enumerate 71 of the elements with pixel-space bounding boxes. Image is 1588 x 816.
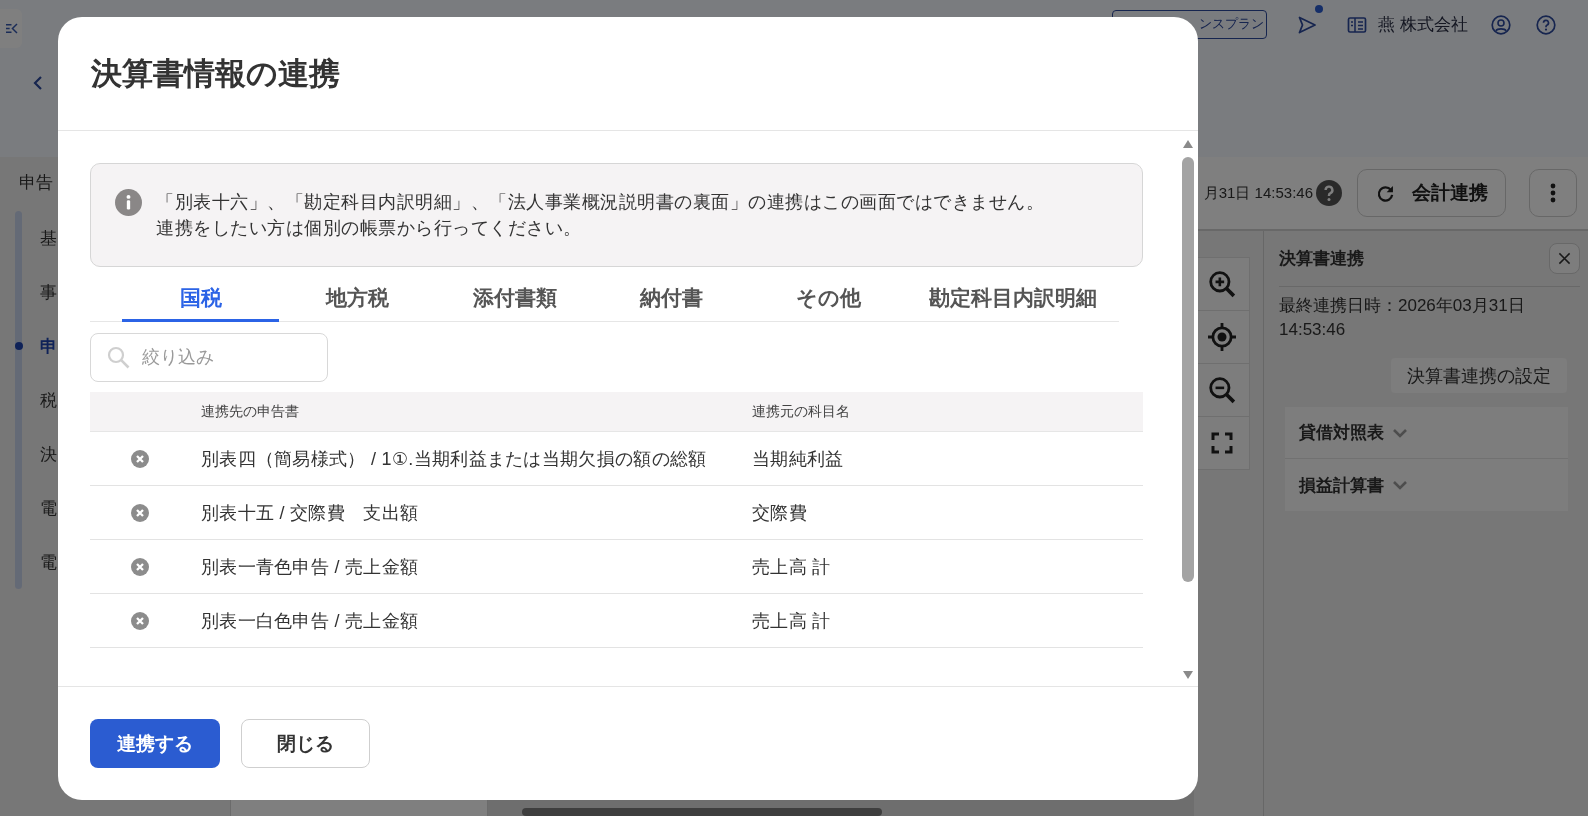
remove-button[interactable] [131,557,149,576]
x-circle-icon [131,557,149,576]
table-cell-text: 当期純利益 [752,447,844,471]
x-circle-icon [131,449,149,468]
help-icon[interactable] [1316,180,1342,206]
scrollbar-thumb[interactable] [1181,157,1194,582]
search-icon [107,346,130,369]
notice-text: 連携をしたい方は個別の帳票から行ってください。 [156,217,582,240]
lines-chevron-icon [4,23,18,34]
remove-button[interactable] [131,503,149,522]
crosshair-icon [1208,323,1236,351]
last-sync-text: 最終連携日時：2026年03月31日 14:53:46 [1279,295,1526,341]
info-icon [115,189,142,216]
sync-button[interactable]: 会計連携 [1357,169,1506,217]
sidebar-item[interactable]: 電 [15,481,57,535]
close-icon [1558,252,1571,265]
table-cell-text: 別表十五 / 交際費 支出額 [201,501,419,525]
fullscreen-icon [1211,432,1233,454]
table-cell-text: 別表一白色申告 / 売上金額 [201,609,419,633]
tab[interactable]: 納付書 [593,277,750,322]
sidebar-item[interactable]: 決 [15,427,57,481]
refresh-icon [1375,183,1395,203]
chevron-left-icon [33,75,43,91]
user-icon[interactable] [1491,14,1511,35]
tab[interactable]: 添付書類 [436,277,593,322]
sidebar-item[interactable]: 申 [15,319,57,373]
zoom-in-icon [1208,270,1236,298]
table-cell-text: 別表一青色申告 / 売上金額 [201,555,419,579]
table-cell-text: 売上高 計 [752,609,831,633]
help-icon[interactable] [1536,14,1556,35]
tab[interactable]: 国税 [122,277,279,322]
table-cell-text: 売上高 計 [752,555,831,579]
sidebar-heading: 申告 [19,172,53,194]
accordion-header[interactable]: 貸借対照表 [1285,407,1568,459]
panel-title: 決算書連携 [1279,248,1364,270]
scroll-down-icon[interactable] [1182,671,1193,679]
paper-plane-icon[interactable] [1297,14,1318,35]
close-button[interactable] [1549,243,1580,274]
sidebar-item[interactable]: 税 [15,373,57,427]
remove-button[interactable] [131,611,149,630]
table-cell-text: 別表四（簡易様式） / 1①.当期利益または当期欠損の額の総額 [201,447,707,471]
dialog-title: 決算書情報の連携 [91,54,340,93]
sidebar-toggle-button[interactable] [0,9,22,48]
column-header: 連携先の申告書 [201,402,299,421]
filter-field[interactable]: 絞り込み [90,333,328,382]
last-sync-time: 月31日 14:53:46 [1203,183,1313,203]
building-icon [1347,14,1368,35]
zoom-out-icon [1208,376,1236,404]
back-button[interactable] [33,75,43,91]
remove-button[interactable] [131,449,149,468]
dialog-button[interactable]: 閉じる [241,719,370,768]
x-circle-icon [131,611,149,630]
current-dot-icon [14,342,23,350]
sidebar-item[interactable]: 事 [15,265,57,319]
scroll-up-icon[interactable] [1182,140,1193,148]
tab[interactable]: 勘定科目内訳明細 [907,277,1119,322]
tab[interactable]: その他 [750,277,907,322]
notice-text: 「別表十六」、「勘定科目内訳明細」、「法人事業概況説明書の裏面」の連携はこの画面ではできません。 [156,191,1044,214]
table-cell-text: 交際費 [752,501,807,525]
accordion-header[interactable]: 損益計算書 [1285,459,1568,511]
settings-button[interactable]: 決算書連携の設定 [1391,358,1567,393]
company-button[interactable]: 燕 株式会社 [1347,13,1468,36]
column-header: 連携元の科目名 [752,402,850,421]
sidebar-item[interactable]: 基 [15,211,57,265]
horizontal-scrollbar-thumb[interactable] [522,808,882,816]
x-circle-icon [131,503,149,522]
dialog-button[interactable]: 連携する [90,719,220,768]
sidebar-item[interactable]: 電 [15,535,57,589]
tab[interactable]: 地方税 [279,277,436,322]
kebab-icon [1550,183,1556,203]
more-button[interactable] [1529,169,1577,217]
